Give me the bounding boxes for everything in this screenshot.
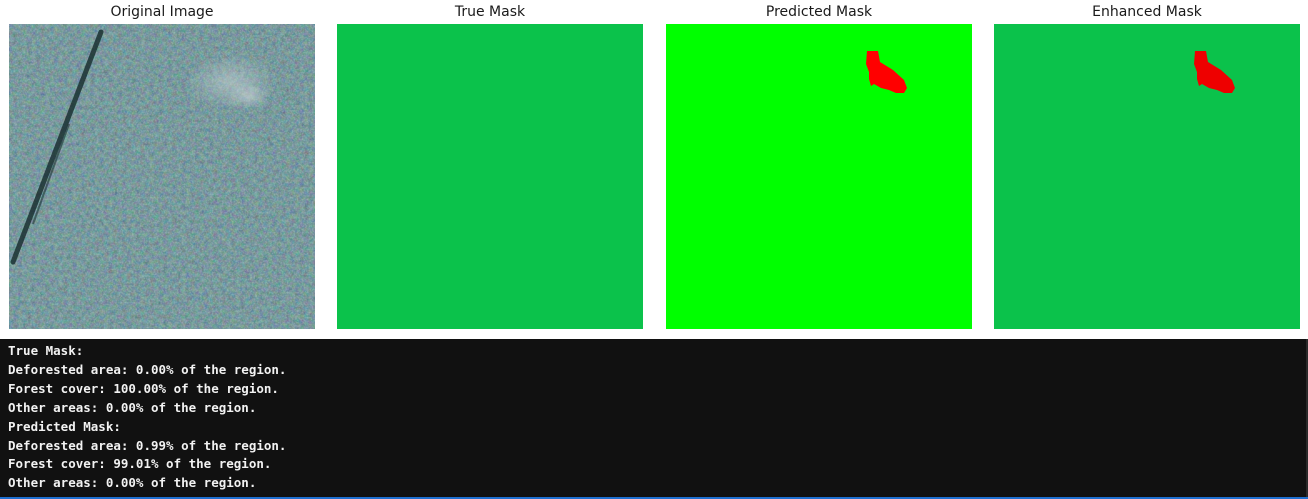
predicted-mask-image (666, 24, 972, 329)
panel-predicted-mask: Predicted Mask (666, 0, 972, 339)
console-line-predicted-mask-header: Predicted Mask: (8, 418, 121, 434)
console-line-true-mask-header: True Mask: (8, 343, 84, 358)
console-line-true-forest: Forest cover: 100.00% of the region. (8, 380, 279, 396)
panel-true-mask: True Mask (337, 0, 643, 339)
console-line-predicted-other: Other areas: 0.00% of the region. (8, 475, 257, 491)
panel-enhanced-mask: Enhanced Mask (994, 0, 1300, 339)
console-line-true-other: Other areas: 0.00% of the region. (8, 399, 257, 415)
figure-output: Original Image True Mask Predicted Mask … (0, 0, 1308, 339)
true-mask-image (337, 24, 643, 329)
console-output: True Mask: Deforested area: 0.00% of the… (0, 339, 1308, 497)
panel-title-enhanced-mask: Enhanced Mask (1092, 4, 1202, 20)
panel-original-image: Original Image (9, 0, 315, 339)
console-line-predicted-deforested: Deforested area: 0.99% of the region. (8, 437, 287, 453)
console-line-true-deforested: Deforested area: 0.00% of the region. (8, 361, 287, 377)
panel-title-true-mask: True Mask (454, 4, 526, 20)
enhanced-mask-image (994, 24, 1300, 329)
console-line-predicted-forest: Forest cover: 99.01% of the region. (8, 456, 272, 472)
panel-title-predicted-mask: Predicted Mask (765, 4, 873, 20)
satellite-forest-image (9, 24, 315, 329)
panel-title-original-image: Original Image (110, 4, 214, 20)
